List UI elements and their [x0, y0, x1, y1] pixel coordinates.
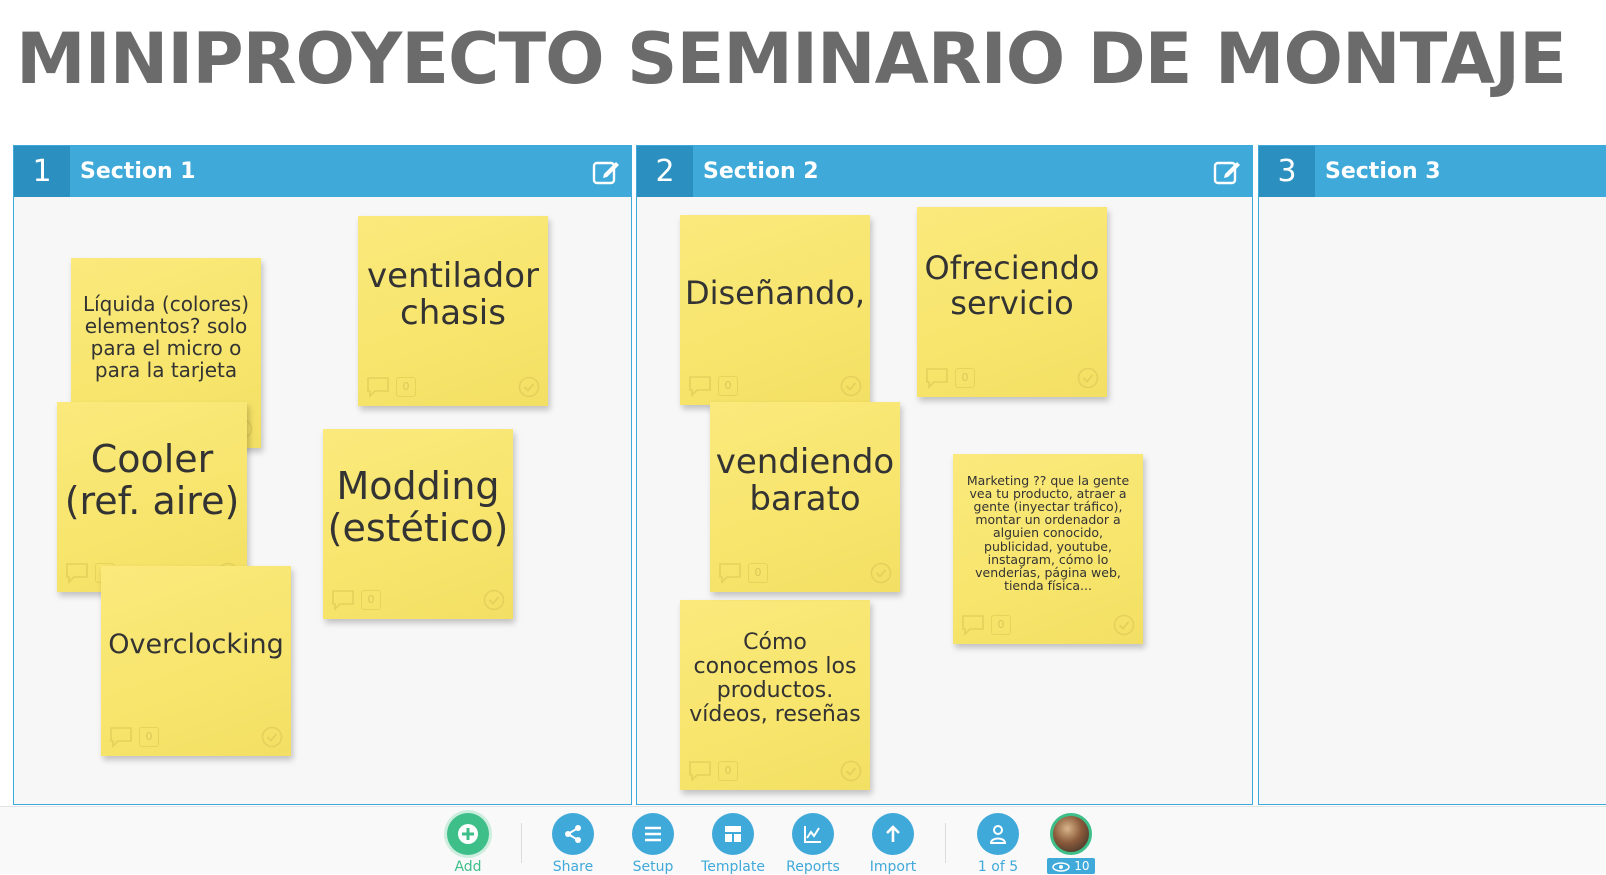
reports-button[interactable]: Reports	[778, 807, 848, 875]
section-number: 1	[14, 146, 70, 197]
note-footer: 0	[331, 589, 505, 611]
note-footer: 0	[925, 367, 1099, 389]
comment-icon[interactable]	[366, 376, 390, 398]
board-title: MINIPROYECTO SEMINARIO DE MONTAJE	[16, 18, 1567, 100]
check-icon[interactable]	[1077, 367, 1099, 389]
sticky-note[interactable]: vendiendo barato 0	[710, 402, 900, 592]
note-footer: 0	[109, 726, 283, 748]
note-text: Cooler (ref. aire)	[64, 437, 240, 523]
comment-icon[interactable]	[925, 367, 949, 389]
comment-icon[interactable]	[331, 589, 355, 611]
note-footer: 0	[718, 562, 892, 584]
section-header: 2 Section 2	[637, 146, 1252, 197]
note-footer: 0	[688, 760, 862, 782]
template-button[interactable]: Template	[698, 807, 768, 875]
check-icon[interactable]	[840, 375, 862, 397]
add-circle	[447, 813, 489, 855]
note-text: Modding (estético)	[327, 464, 509, 550]
plus-icon	[458, 824, 478, 844]
comment-count: 0	[991, 615, 1011, 635]
comment-icon[interactable]	[65, 562, 89, 584]
comment-icon[interactable]	[688, 760, 712, 782]
chart-icon	[804, 826, 821, 843]
views-badge: 10	[1047, 858, 1095, 874]
eye-icon	[1052, 861, 1071, 872]
check-icon[interactable]	[870, 562, 892, 584]
comment-count: 0	[361, 590, 381, 610]
sticky-note[interactable]: Modding (estético) 0	[323, 429, 513, 619]
note-text: Diseñando,	[684, 274, 866, 313]
note-footer: 0	[961, 614, 1135, 636]
comment-icon[interactable]	[109, 726, 133, 748]
sticky-note[interactable]: Cooler (ref. aire) 0	[57, 402, 247, 592]
note-footer: 0	[688, 375, 862, 397]
bottom-toolbar: Add Share Setup Template Reports Import	[0, 806, 1606, 875]
section-number: 2	[637, 146, 693, 197]
note-text: Marketing ?? que la gente vea tu product…	[966, 472, 1130, 593]
check-icon[interactable]	[1113, 614, 1135, 636]
section-title[interactable]: Section 2	[703, 146, 819, 197]
setup-circle	[632, 813, 674, 855]
add-button[interactable]: Add	[433, 807, 503, 875]
edit-icon[interactable]	[591, 157, 621, 187]
sticky-note[interactable]: Cómo conocemos los productos. vídeos, re…	[680, 600, 870, 790]
comment-count: 0	[139, 727, 159, 747]
check-icon[interactable]	[261, 726, 283, 748]
note-text: ventilador chasis	[366, 255, 539, 333]
toolbar-divider	[521, 823, 522, 863]
section-title[interactable]: Section 3	[1325, 146, 1441, 197]
avatar	[1050, 813, 1092, 855]
comment-icon[interactable]	[718, 562, 742, 584]
reports-circle	[792, 813, 834, 855]
upload-icon	[886, 825, 900, 842]
import-circle	[872, 813, 914, 855]
note-text: Ofreciendo servicio	[924, 248, 1100, 322]
check-icon[interactable]	[518, 376, 540, 398]
share-circle	[552, 813, 594, 855]
views-count: 10	[1074, 859, 1090, 873]
section-3: 3 Section 3	[1258, 145, 1606, 805]
comment-count: 0	[396, 377, 416, 397]
share-icon	[565, 825, 581, 843]
user-icon	[989, 825, 1007, 844]
check-icon[interactable]	[840, 760, 862, 782]
section-number: 3	[1259, 146, 1315, 197]
edit-icon[interactable]	[1212, 157, 1242, 187]
menu-icon	[645, 826, 661, 842]
section-header: 1 Section 1	[14, 146, 631, 197]
check-icon[interactable]	[483, 589, 505, 611]
section-header: 3 Section 3	[1259, 146, 1606, 197]
template-circle	[712, 813, 754, 855]
section-title[interactable]: Section 1	[80, 146, 196, 197]
sticky-note[interactable]: Overclocking 0	[101, 566, 291, 756]
template-icon	[725, 826, 741, 842]
setup-button[interactable]: Setup	[618, 807, 688, 875]
comment-count: 0	[718, 376, 738, 396]
comment-count: 0	[718, 761, 738, 781]
participants-circle	[977, 813, 1019, 855]
note-text: Overclocking	[108, 629, 284, 661]
sticky-note[interactable]: Ofreciendo servicio 0	[917, 207, 1107, 397]
note-text: vendiendo barato	[715, 441, 895, 519]
sticky-note[interactable]: Diseñando, 0	[680, 215, 870, 405]
comment-count: 0	[748, 563, 768, 583]
comment-icon[interactable]	[688, 375, 712, 397]
sticky-note[interactable]: ventilador chasis 0	[358, 216, 548, 406]
participants-button[interactable]: 1 of 5	[963, 807, 1033, 875]
note-text: Líquida (colores) elementos? solo para e…	[82, 292, 250, 382]
share-button[interactable]: Share	[538, 807, 608, 875]
toolbar-divider	[945, 823, 946, 863]
note-text: Cómo conocemos los productos. vídeos, re…	[689, 629, 861, 728]
note-footer: 0	[366, 376, 540, 398]
comment-icon[interactable]	[961, 614, 985, 636]
comment-count: 0	[955, 368, 975, 388]
user-avatar-button[interactable]: 10	[1036, 807, 1106, 874]
sticky-note[interactable]: Marketing ?? que la gente vea tu product…	[953, 454, 1143, 644]
import-button[interactable]: Import	[858, 807, 928, 875]
